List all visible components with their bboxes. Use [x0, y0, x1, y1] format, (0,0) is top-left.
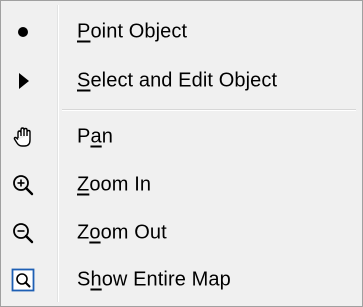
- bullet-dot-icon: [10, 19, 36, 45]
- menu-item-label: Point Object: [77, 20, 188, 43]
- zoom-in-icon: [10, 172, 36, 198]
- menu-item-label: Zoom Out: [77, 221, 167, 244]
- menu-item-label: Zoom In: [77, 173, 152, 196]
- menu-item-label: Select and Edit Object: [77, 69, 278, 92]
- show-entire-map-icon: [10, 267, 36, 293]
- menu-item-show-entire-map[interactable]: Show Entire Map: [4, 259, 359, 301]
- hand-pan-icon: [10, 124, 36, 150]
- menu-item-zoom-in[interactable]: Zoom In: [4, 164, 359, 206]
- menu-item-zoom-out[interactable]: Zoom Out: [4, 212, 359, 254]
- zoom-out-icon: [10, 220, 36, 246]
- menu-item-select-and-edit-object[interactable]: Select and Edit Object: [4, 60, 359, 102]
- menu-separator: [62, 109, 356, 111]
- menu-item-point-object[interactable]: Point Object: [4, 11, 359, 53]
- context-menu: Point Object Select and Edit Object Pan: [0, 0, 363, 307]
- menu-item-label: Show Entire Map: [77, 268, 231, 291]
- menu-item-label: Pan: [77, 125, 113, 148]
- arrow-pointer-icon: [10, 68, 36, 94]
- menu-item-pan[interactable]: Pan: [4, 116, 359, 158]
